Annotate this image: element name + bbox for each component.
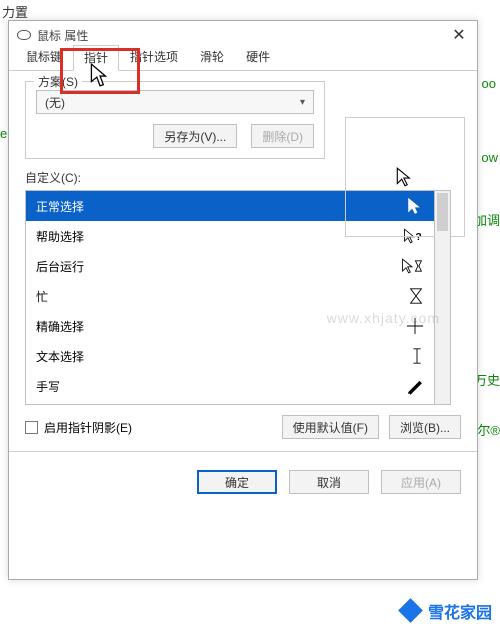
pen-cursor-icon	[406, 377, 424, 395]
chevron-down-icon: ▾	[300, 97, 305, 108]
scheme-fieldset: 方案(S) (无) ▾ 另存为(V)... 删除(D)	[25, 81, 325, 159]
cancel-button[interactable]: 取消	[289, 470, 369, 494]
cursor-name: 文本选择	[36, 348, 84, 365]
delete-button[interactable]: 删除(D)	[251, 124, 314, 148]
crosshair-cursor-icon	[406, 317, 424, 335]
bg-text: ow	[481, 150, 498, 165]
bg-text: 力置	[2, 2, 28, 21]
brand-footer: 雪花家园	[400, 599, 492, 623]
cursor-name: 精确选择	[36, 318, 84, 335]
checkbox-box-icon	[25, 421, 38, 434]
cursor-name: 手写	[36, 378, 60, 395]
mouse-icon	[17, 30, 31, 40]
ok-button[interactable]: 确定	[197, 470, 277, 494]
list-item[interactable]: 忙	[26, 281, 434, 311]
pointer-shadow-checkbox[interactable]: 启用指针阴影(E)	[25, 419, 132, 436]
tab-pointer-options[interactable]: 指针选项	[119, 44, 189, 70]
cursor-name: 正常选择	[36, 198, 84, 215]
scheme-combobox[interactable]: (无) ▾	[36, 90, 314, 114]
brand-name: 雪花家园	[428, 599, 492, 623]
list-item[interactable]: 后台运行	[26, 251, 434, 281]
cursor-name: 帮助选择	[36, 228, 84, 245]
tab-hardware[interactable]: 硬件	[235, 44, 281, 70]
list-item[interactable]: 精确选择	[26, 311, 434, 341]
close-button[interactable]: ✕	[449, 25, 469, 45]
hourglass-cursor-icon	[408, 287, 424, 305]
scroll-thumb[interactable]	[437, 193, 448, 231]
list-scrollbar[interactable]	[435, 190, 451, 405]
tabstrip: 鼠标键 指针 指针选项 滑轮 硬件	[9, 49, 477, 71]
bg-text: oo	[482, 76, 496, 91]
tab-buttons[interactable]: 鼠标键	[15, 44, 73, 70]
bg-text: 尔®	[477, 420, 500, 439]
ibeam-cursor-icon	[410, 347, 424, 365]
browse-button[interactable]: 浏览(B)...	[389, 415, 461, 439]
checkbox-label: 启用指针阴影(E)	[44, 419, 132, 436]
arrow-cursor-icon	[394, 166, 416, 188]
separator	[9, 451, 477, 452]
dialog-title: 鼠标 属性	[37, 27, 88, 44]
mouse-properties-dialog: 鼠标 属性 ✕ 鼠标键 指针 指针选项 滑轮 硬件 方案(S) (无) ▾ 另存…	[8, 20, 478, 580]
scheme-value: (无)	[45, 94, 65, 111]
tab-pointers[interactable]: 指针	[73, 45, 119, 71]
scheme-legend: 方案(S)	[34, 73, 82, 90]
tab-content: 方案(S) (无) ▾ 另存为(V)... 删除(D) 自定义(C): 正常选择	[9, 71, 477, 458]
list-item[interactable]: 手写	[26, 371, 434, 401]
apply-button[interactable]: 应用(A)	[381, 470, 461, 494]
brand-logo-icon	[400, 600, 422, 622]
save-as-button[interactable]: 另存为(V)...	[153, 124, 237, 148]
cursor-name: 忙	[36, 288, 48, 305]
cursor-name: 后台运行	[36, 258, 84, 275]
tab-wheel[interactable]: 滑轮	[189, 44, 235, 70]
use-default-button[interactable]: 使用默认值(F)	[282, 415, 379, 439]
busy-arrow-cursor-icon	[400, 257, 424, 275]
list-item[interactable]: 文本选择	[26, 341, 434, 371]
